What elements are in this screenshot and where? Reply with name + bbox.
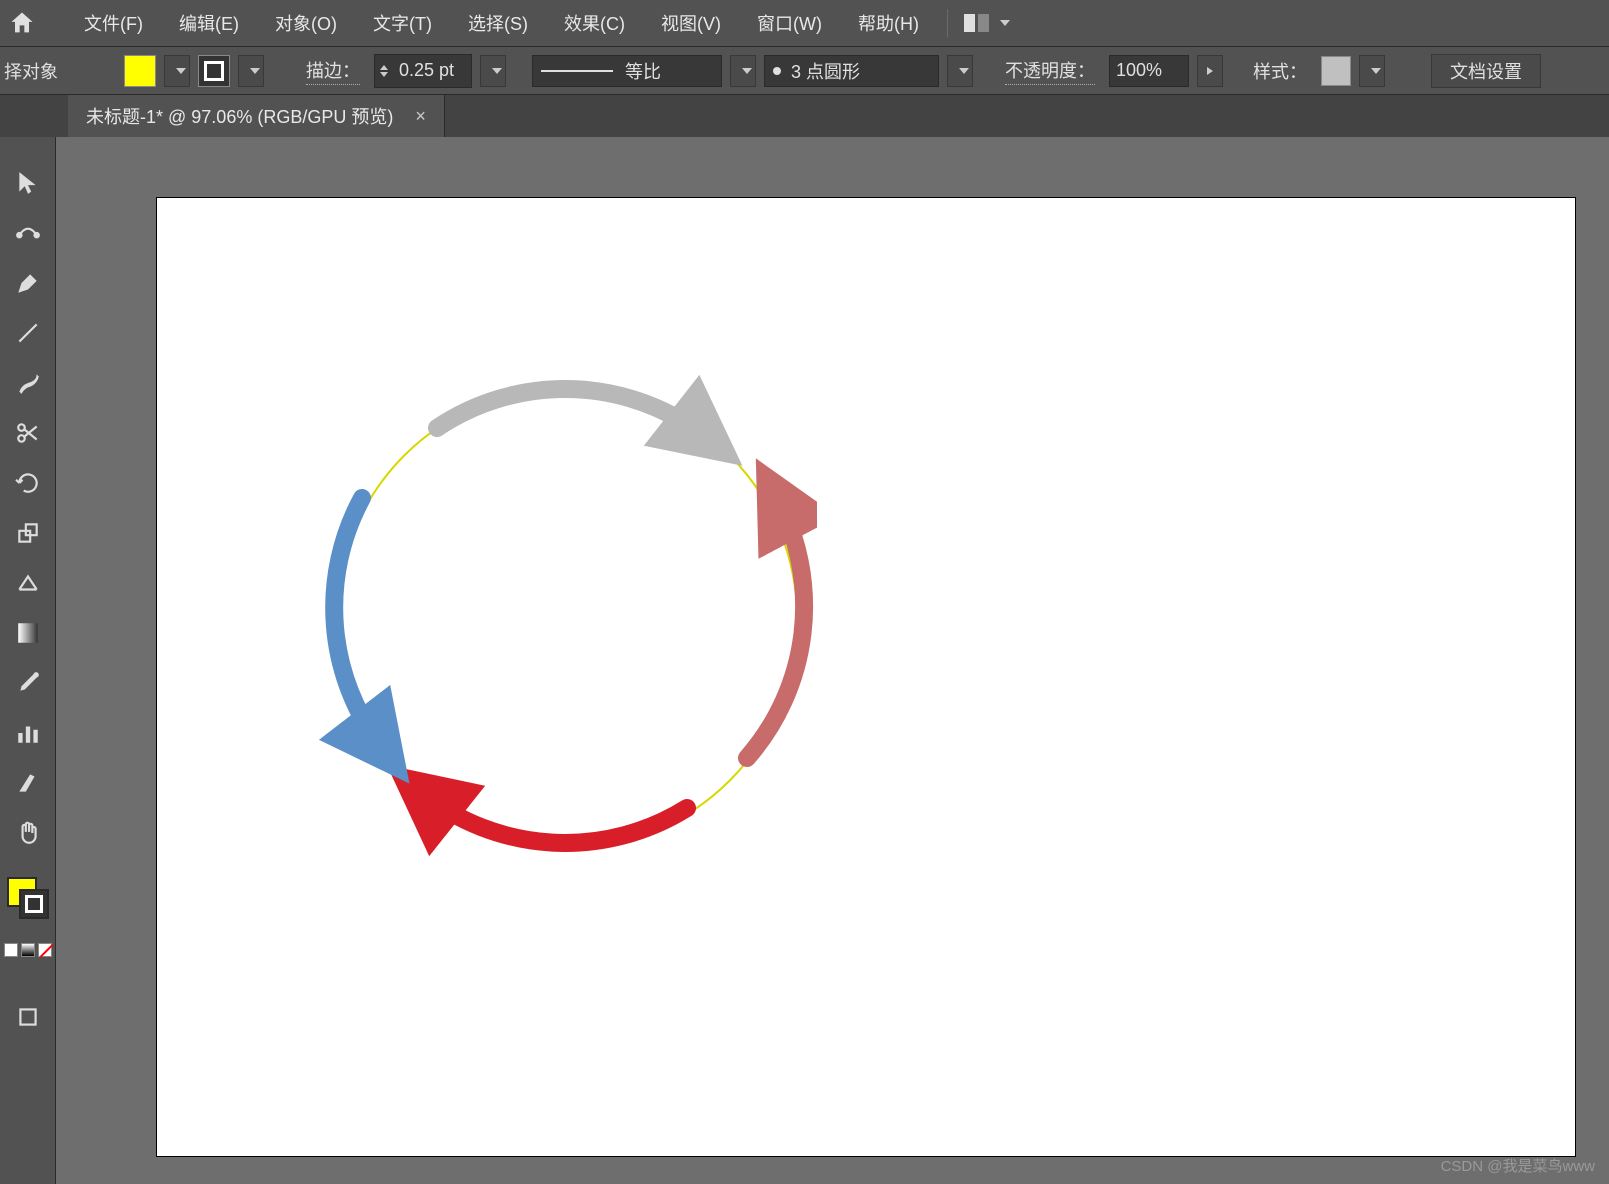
menu-edit[interactable]: 编辑(E) [161, 10, 257, 36]
menu-view[interactable]: 视图(V) [643, 10, 739, 36]
brush-tool[interactable] [12, 367, 44, 399]
fill-swatch[interactable] [124, 55, 156, 87]
color-mode-gradient[interactable] [21, 943, 35, 957]
hand-tool[interactable] [12, 817, 44, 849]
pen-tool[interactable] [12, 267, 44, 299]
fill-dropdown[interactable] [164, 55, 190, 87]
direct-selection-tool[interactable] [12, 217, 44, 249]
arrow-left [334, 498, 382, 748]
workspace-layout-toggle[interactable] [964, 14, 1010, 32]
stroke-weight-spinner[interactable] [374, 54, 472, 88]
fill-stroke-indicator[interactable] [7, 877, 49, 919]
opacity-input[interactable] [1109, 55, 1189, 87]
eyedropper-tool[interactable] [12, 667, 44, 699]
home-icon[interactable] [8, 9, 36, 37]
menu-object[interactable]: 对象(O) [257, 10, 355, 36]
arrow-right [747, 498, 804, 758]
color-mode-none[interactable] [38, 943, 52, 957]
stroke-label[interactable]: 描边： [306, 57, 360, 85]
brush-dot-icon [773, 67, 781, 75]
control-bar: 择对象 描边： 等比 3 点圆形 不透明度： 样式： 文档设置 [0, 47, 1609, 95]
menu-select[interactable]: 选择(S) [450, 10, 546, 36]
tab-title: 未标题-1* @ 97.06% (RGB/GPU 预览) [86, 103, 393, 129]
menu-file[interactable]: 文件(F) [66, 10, 161, 36]
workspace [0, 137, 1609, 1184]
rotate-tool[interactable] [12, 467, 44, 499]
draw-mode-normal[interactable] [12, 1001, 44, 1033]
stroke-profile-select[interactable]: 等比 [532, 55, 722, 87]
menu-bar: 文件(F) 编辑(E) 对象(O) 文字(T) 选择(S) 效果(C) 视图(V… [0, 0, 1609, 47]
watermark-text: CSDN @我是菜鸟www [1441, 1155, 1595, 1176]
document-setup-button[interactable]: 文档设置 [1431, 54, 1541, 88]
selection-status-label: 择对象 [4, 58, 58, 84]
style-dropdown[interactable] [1359, 55, 1385, 87]
menu-window[interactable]: 窗口(W) [739, 10, 840, 36]
stroke-weight-dropdown[interactable] [480, 55, 506, 87]
color-mode-row [4, 943, 52, 957]
menu-separator [947, 9, 948, 37]
style-swatch[interactable] [1321, 56, 1351, 86]
circular-arrow-diagram [317, 368, 817, 868]
opacity-label[interactable]: 不透明度： [1005, 57, 1095, 85]
scissors-tool[interactable] [12, 417, 44, 449]
stroke-swatch[interactable] [198, 55, 230, 87]
document-tab[interactable]: 未标题-1* @ 97.06% (RGB/GPU 预览) × [68, 95, 445, 137]
chevron-down-icon [1000, 20, 1010, 26]
column-graph-tool[interactable] [12, 717, 44, 749]
opacity-dropdown[interactable] [1197, 55, 1223, 87]
color-mode-solid[interactable] [4, 943, 18, 957]
close-icon[interactable]: × [415, 106, 426, 127]
scale-tool[interactable] [12, 517, 44, 549]
menu-type[interactable]: 文字(T) [355, 10, 450, 36]
free-transform-tool[interactable] [12, 567, 44, 599]
artboard[interactable] [156, 197, 1576, 1157]
style-label: 样式： [1253, 58, 1307, 84]
menu-help[interactable]: 帮助(H) [840, 10, 937, 36]
selection-tool[interactable] [12, 167, 44, 199]
brush-select[interactable]: 3 点圆形 [764, 55, 939, 87]
document-tab-bar: 未标题-1* @ 97.06% (RGB/GPU 预览) × [0, 95, 1609, 137]
menu-effect[interactable]: 效果(C) [546, 10, 643, 36]
line-tool[interactable] [12, 317, 44, 349]
brush-label: 3 点圆形 [791, 58, 860, 84]
stroke-profile-icon [541, 70, 613, 72]
ring-path [337, 388, 797, 848]
toolbox [0, 137, 56, 1184]
brush-dropdown[interactable] [947, 55, 973, 87]
stroke-profile-label: 等比 [625, 58, 661, 84]
stroke-indicator[interactable] [19, 889, 49, 919]
slice-tool[interactable] [12, 767, 44, 799]
gradient-tool[interactable] [12, 617, 44, 649]
arrow-top [437, 389, 707, 438]
stroke-profile-dropdown[interactable] [730, 55, 756, 87]
stroke-dropdown[interactable] [238, 55, 264, 87]
stroke-weight-input[interactable] [393, 55, 471, 87]
arrow-bottom [422, 793, 687, 843]
canvas-area[interactable] [56, 137, 1609, 1184]
